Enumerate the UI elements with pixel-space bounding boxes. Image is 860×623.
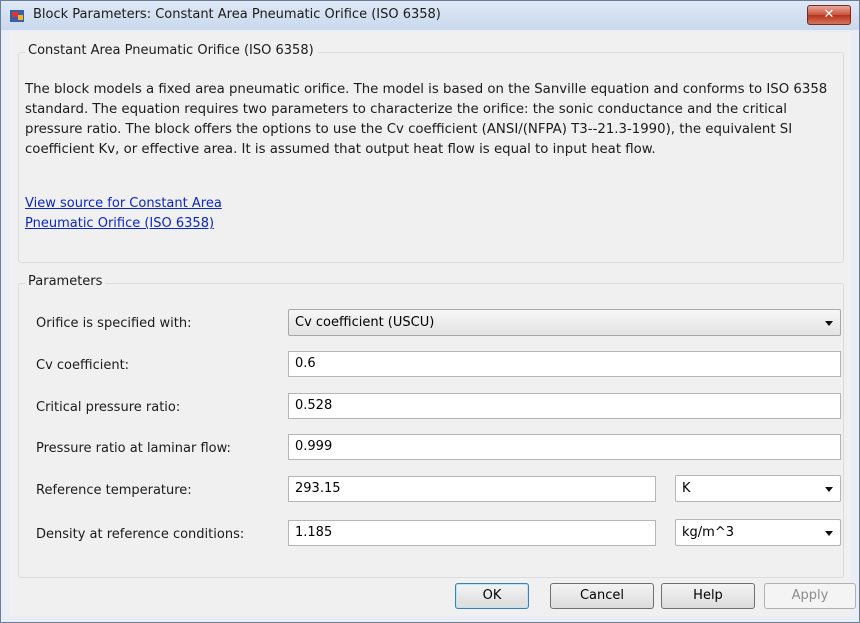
reference-density-unit-select[interactable]: kg/m^3 xyxy=(675,519,841,546)
reference-temperature-unit: K xyxy=(682,481,691,496)
parameters-group-label: Parameters xyxy=(25,274,106,289)
critical-pressure-ratio-label: Critical pressure ratio: xyxy=(36,400,181,415)
orifice-spec-label: Orifice is specified with: xyxy=(36,316,192,331)
reference-density-unit: kg/m^3 xyxy=(682,525,734,540)
block-description: The block models a fixed area pneumatic … xyxy=(25,82,828,157)
view-source-link[interactable]: View source for Constant Area Pneumatic … xyxy=(25,194,265,234)
dialog-content: Constant Area Pneumatic Orifice (ISO 635… xyxy=(9,32,851,616)
reference-temperature-unit-select[interactable]: K xyxy=(675,475,841,502)
apply-button[interactable]: Apply xyxy=(764,583,856,609)
orifice-spec-select[interactable]: Cv coefficient (USCU) xyxy=(288,309,841,336)
reference-density-label: Density at reference conditions: xyxy=(36,527,245,542)
simulink-block-icon xyxy=(10,10,24,22)
block-name-label: Constant Area Pneumatic Orifice (ISO 635… xyxy=(25,43,317,58)
orifice-spec-value: Cv coefficient (USCU) xyxy=(295,315,435,330)
laminar-pressure-ratio-input[interactable]: 0.999 xyxy=(288,434,841,460)
reference-temperature-input[interactable]: 293.15 xyxy=(288,476,656,502)
ok-button[interactable]: OK xyxy=(455,583,529,609)
help-button[interactable]: Help xyxy=(661,583,755,609)
chevron-down-icon xyxy=(825,321,833,326)
close-button[interactable]: ✕ xyxy=(807,5,851,25)
cv-coefficient-label: Cv coefficient: xyxy=(36,358,130,373)
reference-density-input[interactable]: 1.185 xyxy=(288,520,656,546)
reference-temperature-label: Reference temperature: xyxy=(36,483,192,498)
cancel-button[interactable]: Cancel xyxy=(550,583,654,609)
window-title: Block Parameters: Constant Area Pneumati… xyxy=(33,7,441,22)
title-bar[interactable]: Block Parameters: Constant Area Pneumati… xyxy=(1,1,859,30)
chevron-down-icon xyxy=(825,487,833,492)
laminar-pressure-ratio-label: Pressure ratio at laminar flow: xyxy=(36,441,231,456)
chevron-down-icon xyxy=(825,531,833,536)
critical-pressure-ratio-input[interactable]: 0.528 xyxy=(288,393,841,419)
cv-coefficient-input[interactable]: 0.6 xyxy=(288,351,841,377)
block-parameters-dialog: Block Parameters: Constant Area Pneumati… xyxy=(0,0,860,623)
